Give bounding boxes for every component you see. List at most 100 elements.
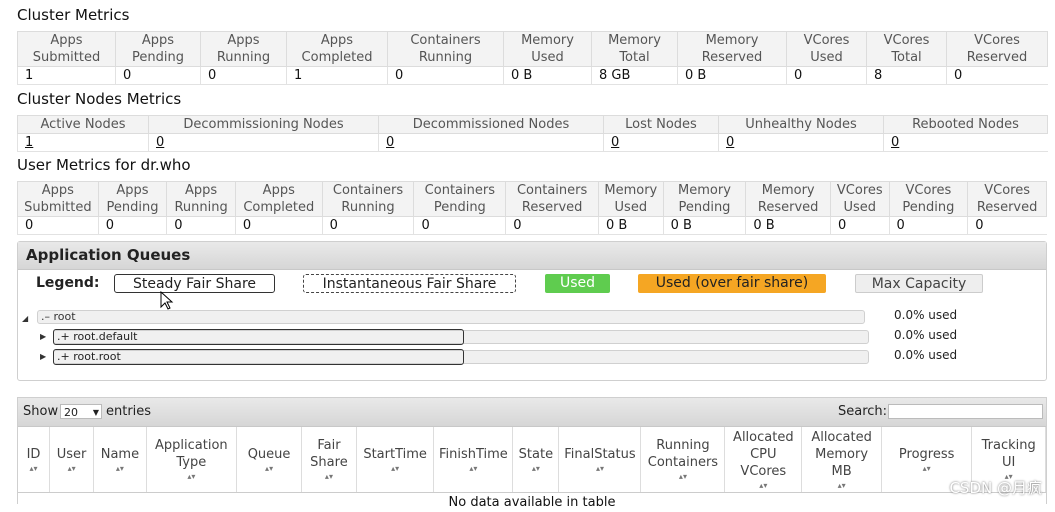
cluster-metric-value: 8 — [866, 66, 947, 85]
user-metric-header: VCores Reserved — [967, 181, 1047, 217]
column-header[interactable]: Running Containers ▴▾ — [640, 427, 726, 493]
sort-icon[interactable]: ▴▾ — [884, 464, 969, 474]
user-metric-header: Memory Pending — [662, 181, 747, 217]
user-metric-value: 0 — [17, 216, 99, 235]
user-metric-header-line: Apps — [41, 183, 74, 198]
cluster-metric-value: 1 — [17, 66, 116, 85]
cluster-metric-value: 0 B — [503, 66, 592, 85]
expand-triangle-icon[interactable]: ▶ — [40, 352, 46, 361]
sort-icon[interactable]: ▴▾ — [96, 464, 144, 474]
column-header-label: Name — [100, 446, 140, 462]
user-metric-header-line: Pending — [902, 200, 955, 215]
column-header[interactable]: User ▴▾ — [49, 427, 95, 493]
column-header[interactable]: Allocated CPU VCores ▴▾ — [724, 427, 803, 493]
queue-default-label[interactable]: .+ root.default — [53, 329, 464, 345]
nodes-metric-header: Decommissioning Nodes — [148, 115, 379, 134]
search-input[interactable] — [888, 404, 1043, 419]
dropdown-arrow-icon: ▼ — [92, 408, 99, 417]
cluster-metric-header-line: Total — [619, 50, 650, 65]
column-header-label: Progress — [898, 446, 955, 462]
user-metric-header-line: Memory — [678, 183, 731, 198]
column-header[interactable]: Name ▴▾ — [93, 427, 147, 493]
nodes-metric-value[interactable]: 1 — [17, 133, 149, 152]
column-header[interactable]: FinishTime ▴▾ — [433, 427, 514, 493]
cluster-metric-header: Apps Running — [200, 31, 287, 67]
queue-root-root-label[interactable]: .+ root.root — [53, 349, 464, 365]
nodes-metric-header: Decommissioned Nodes — [378, 115, 604, 134]
column-header[interactable]: State ▴▾ — [512, 427, 560, 493]
user-metric-header-line: Running — [174, 200, 228, 215]
column-header-label: Allocated CPU VCores — [733, 429, 794, 479]
sort-icon[interactable]: ▴▾ — [804, 481, 879, 491]
nodes-metric-value[interactable]: 0 — [883, 133, 1048, 152]
sort-icon[interactable]: ▴▾ — [727, 481, 799, 491]
nodes-metric-value[interactable]: 0 — [378, 133, 604, 152]
user-metric-header-line: Reserved — [757, 200, 819, 215]
cluster-metric-header: Apps Pending — [115, 31, 201, 67]
column-header[interactable]: Allocated Memory MB ▴▾ — [801, 427, 882, 493]
queue-root-bar[interactable] — [37, 310, 865, 324]
sort-icon[interactable]: ▴▾ — [359, 464, 432, 474]
sort-icon[interactable]: ▴▾ — [643, 472, 722, 482]
column-header[interactable]: Fair Share ▴▾ — [301, 427, 357, 493]
sort-icon[interactable]: ▴▾ — [561, 464, 638, 474]
nodes-metric-value[interactable]: 0 — [148, 133, 379, 152]
user-metric-value: 0 — [166, 216, 236, 235]
cluster-metric-header-line: Apps — [50, 33, 83, 48]
column-header-label: FinalStatus — [564, 446, 636, 462]
sort-icon[interactable]: ▴▾ — [20, 464, 47, 474]
cluster-metric-header: Memory Used — [503, 31, 592, 67]
user-metric-header: Apps Submitted — [17, 181, 99, 217]
user-metric-header: Memory Reserved — [745, 181, 832, 217]
nodes-metric-value-link[interactable]: 0 — [156, 135, 164, 150]
expand-triangle-icon[interactable]: ▶ — [40, 332, 46, 341]
nodes-metric-value[interactable]: 0 — [603, 133, 719, 152]
user-metric-header-line: Memory — [761, 183, 815, 198]
user-metric-header-line: VCores — [836, 183, 883, 198]
cluster-metric-header: Memory Reserved — [677, 31, 787, 67]
page-size-select[interactable]: 20 ▼ — [60, 404, 102, 419]
legend-used: Used — [545, 274, 610, 293]
cluster-metric-header: Apps Submitted — [17, 31, 116, 67]
user-metric-header-line: Containers — [516, 183, 588, 198]
user-metric-header: Apps Running — [166, 181, 236, 217]
column-header[interactable]: StartTime ▴▾ — [356, 427, 435, 493]
user-metric-value: 0 B — [745, 216, 831, 235]
user-metric-header: Apps Pending — [97, 181, 168, 217]
sort-icon[interactable]: ▴▾ — [304, 472, 354, 482]
column-header[interactable]: ID ▴▾ — [18, 427, 51, 493]
collapse-triangle-icon[interactable]: ◢ — [22, 314, 28, 323]
nodes-metric-value-link[interactable]: 0 — [386, 135, 394, 150]
user-metric-header-line: Pending — [433, 200, 486, 215]
user-metric-value: 0 — [97, 216, 167, 235]
column-header[interactable]: Application Type ▴▾ — [146, 427, 238, 493]
cluster-metric-header-line: Used — [531, 50, 564, 65]
nodes-metric-value-link[interactable]: 0 — [891, 135, 899, 150]
sort-icon[interactable]: ▴▾ — [436, 464, 510, 474]
sort-icon[interactable]: ▴▾ — [52, 464, 91, 474]
queue-root-label[interactable]: .– root — [41, 310, 76, 326]
user-metric-value: 0 — [830, 216, 890, 235]
column-header[interactable]: Queue ▴▾ — [236, 427, 303, 493]
sort-icon[interactable]: ▴▾ — [149, 472, 234, 482]
cluster-metric-header-line: Used — [810, 50, 843, 65]
applications-toolbar: Show 20 ▼ entries Search: — [18, 398, 1046, 427]
nodes-metric-value-link[interactable]: 0 — [611, 135, 619, 150]
cluster-metric-header-line: VCores — [974, 33, 1020, 48]
cluster-metric-header-line: Containers — [410, 33, 481, 48]
user-metric-header: Containers Pending — [413, 181, 507, 217]
nodes-metric-value-link[interactable]: 1 — [25, 135, 33, 150]
user-metric-header-line: Running — [341, 200, 395, 215]
legend-steady-fair-share: Steady Fair Share — [114, 274, 275, 293]
column-header[interactable]: FinalStatus ▴▾ — [558, 427, 642, 493]
cluster-metric-value: 0 — [786, 66, 867, 85]
applications-panel: Show 20 ▼ entries Search: ID ▴▾ User ▴▾ Name… — [17, 397, 1047, 510]
user-metric-header-line: Used — [843, 200, 877, 215]
nodes-metric-header: Rebooted Nodes — [883, 115, 1048, 134]
user-metrics-title: User Metrics for dr.who — [17, 156, 191, 174]
sort-icon[interactable]: ▴▾ — [515, 464, 556, 474]
cluster-metric-header-line: Reserved — [701, 50, 763, 65]
sort-icon[interactable]: ▴▾ — [239, 464, 299, 474]
nodes-metric-value[interactable]: 0 — [718, 133, 884, 152]
nodes-metric-value-link[interactable]: 0 — [726, 135, 734, 150]
